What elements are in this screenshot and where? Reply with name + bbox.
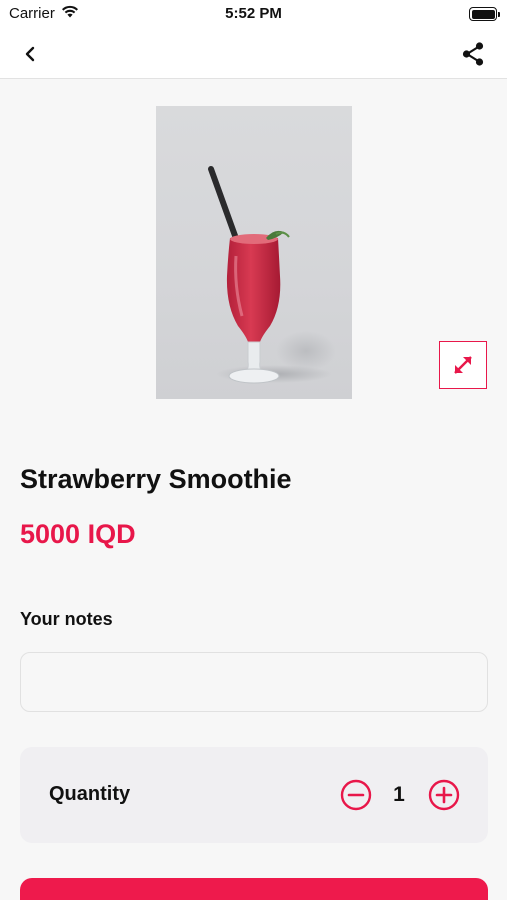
expand-image-button[interactable]	[439, 341, 487, 389]
notes-input[interactable]	[20, 652, 488, 712]
status-bar: Carrier 5:52 PM	[0, 0, 507, 28]
notes-label: Your notes	[20, 609, 113, 629]
share-icon	[462, 42, 484, 66]
plus-circle-icon	[428, 779, 460, 811]
quantity-label: Quantity	[49, 783, 131, 805]
add-to-cart-button[interactable]	[20, 878, 488, 900]
quantity-card: Quantity 1	[20, 747, 488, 843]
product-name: Strawberry Smoothie	[20, 464, 292, 494]
product-image	[156, 106, 352, 399]
expand-icon	[454, 356, 472, 374]
minus-circle-icon	[340, 779, 372, 811]
battery-icon	[469, 7, 500, 21]
share-button[interactable]	[457, 38, 489, 70]
back-button[interactable]	[14, 38, 46, 70]
quantity-value: 1	[393, 783, 405, 806]
chevron-left-icon	[25, 46, 35, 62]
increase-quantity-button[interactable]	[428, 779, 460, 811]
navigation-bar	[0, 28, 507, 79]
smoothie-illustration	[208, 166, 336, 384]
status-time: 5:52 PM	[225, 5, 282, 22]
decrease-quantity-button[interactable]	[340, 779, 372, 811]
product-price: 5000 IQD	[20, 519, 136, 549]
